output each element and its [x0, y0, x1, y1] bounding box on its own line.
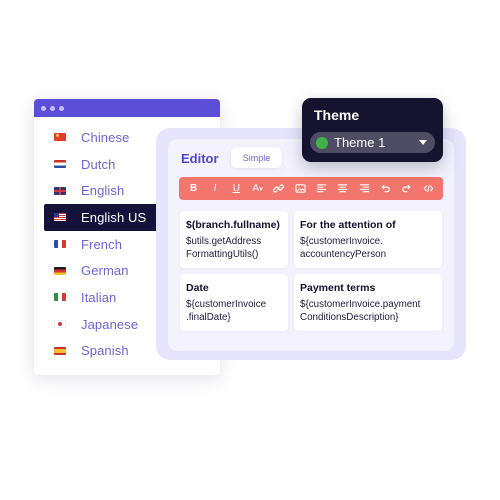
- link-icon: [273, 184, 285, 193]
- window-dot-3: [59, 105, 64, 111]
- theme-select[interactable]: Theme 1: [310, 132, 435, 153]
- field-value: ${customerInvoice. accountencyPerson: [300, 236, 387, 260]
- france-flag-icon: [54, 240, 66, 249]
- window-dot-2: [50, 105, 55, 111]
- language-label: Italian: [81, 289, 117, 305]
- language-label: Dutch: [81, 156, 116, 172]
- code-button[interactable]: [420, 180, 437, 197]
- align-right-button[interactable]: [356, 180, 373, 197]
- field-cell-date[interactable]: Date ${customerInvoice .finalDate}: [180, 274, 288, 331]
- window-titlebar: [34, 99, 220, 117]
- uk-flag-icon: [54, 186, 66, 195]
- language-label: German: [81, 263, 129, 279]
- language-label: Spanish: [81, 343, 129, 359]
- theme-selected-value: Theme 1: [334, 135, 386, 150]
- field-value: ${customerInvoice.payment ConditionsDesc…: [300, 299, 421, 323]
- language-label: Chinese: [81, 129, 130, 145]
- bold-icon: B: [190, 183, 198, 194]
- language-label: English US: [81, 209, 147, 225]
- japan-flag-icon: [54, 320, 66, 329]
- germany-flag-icon: [54, 266, 66, 275]
- image-icon: [295, 184, 306, 193]
- font-size-button[interactable]: A ▾: [249, 180, 266, 197]
- underline-icon: U: [232, 183, 240, 194]
- italy-flag-icon: [54, 293, 66, 302]
- font-size-caret-icon: ▾: [259, 185, 263, 193]
- align-center-button[interactable]: [334, 180, 351, 197]
- align-left-button[interactable]: [313, 180, 330, 197]
- window-dot-1: [41, 105, 46, 111]
- theme-title: Theme: [314, 107, 360, 123]
- redo-button[interactable]: [398, 180, 415, 197]
- bold-button[interactable]: B: [185, 180, 202, 197]
- field-title: Payment terms: [300, 282, 376, 294]
- language-label: French: [81, 236, 123, 252]
- netherlands-flag-icon: [54, 160, 66, 169]
- code-icon: [423, 185, 434, 192]
- field-title: For the attention of: [300, 219, 396, 231]
- tab-simple[interactable]: Simple: [231, 147, 282, 168]
- align-center-icon: [338, 184, 348, 193]
- align-left-icon: [317, 184, 327, 193]
- link-button[interactable]: [270, 180, 287, 197]
- language-label: English: [81, 183, 125, 199]
- redo-icon: [402, 184, 411, 193]
- align-right-icon: [359, 184, 369, 193]
- field-value: $utils.getAddress FormattingUtils(): [186, 236, 262, 260]
- field-value: ${customerInvoice .finalDate}: [186, 299, 267, 323]
- theme-color-dot-icon: [316, 136, 328, 149]
- caret-down-icon: [419, 140, 427, 145]
- image-button[interactable]: [292, 180, 309, 197]
- underline-button[interactable]: U: [228, 180, 245, 197]
- editor-toolbar: B I U A ▾: [179, 177, 443, 200]
- spain-flag-icon: [54, 346, 66, 355]
- font-size-icon: A: [252, 183, 260, 194]
- italic-button[interactable]: I: [206, 180, 223, 197]
- china-flag-icon: [54, 133, 66, 142]
- field-cell-payment-terms[interactable]: Payment terms ${customerInvoice.payment …: [294, 274, 442, 331]
- undo-icon: [381, 184, 390, 193]
- language-label: Japanese: [81, 316, 139, 332]
- field-cell-branch[interactable]: $(branch.fullname) $utils.getAddress For…: [180, 211, 288, 268]
- italic-icon: I: [213, 183, 217, 194]
- undo-button[interactable]: [377, 180, 394, 197]
- editor-title: Editor: [181, 151, 219, 166]
- field-title: Date: [186, 282, 209, 294]
- field-title: $(branch.fullname): [186, 219, 280, 231]
- field-cell-attention[interactable]: For the attention of ${customerInvoice. …: [294, 211, 442, 268]
- usa-flag-icon: [54, 213, 66, 222]
- theme-popup: Theme Theme 1: [302, 98, 443, 162]
